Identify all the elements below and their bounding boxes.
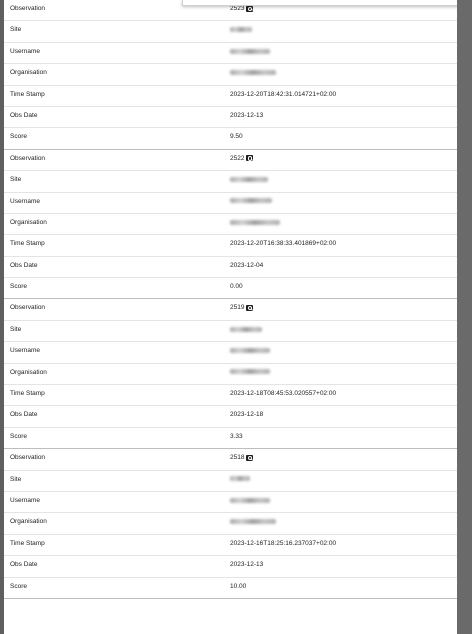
obs-date-value: 2023-12-18 [230, 411, 264, 419]
observation-link[interactable]: 2519 [230, 304, 254, 311]
row-site: Site [4, 321, 457, 343]
observation-records: Observation 2523 Site Username Organisat… [4, 0, 457, 599]
time-stamp-value: 2023-12-18T08:45:53.020557+02:00 [230, 390, 337, 398]
row-site: Site [4, 21, 457, 43]
row-obs-date: Obs Date 2023-12-04 [4, 257, 457, 279]
row-score: Score 9.50 [4, 128, 457, 150]
row-organisation: Organisation [4, 513, 457, 535]
magnifier-icon[interactable] [246, 5, 254, 12]
site-value-redacted [230, 176, 268, 183]
organisation-label: Organisation [10, 518, 47, 526]
organisation-value-redacted [230, 369, 270, 376]
row-obs-date: Obs Date 2023-12-13 [4, 556, 457, 578]
score-value: 3.33 [230, 432, 243, 440]
score-value: 10.00 [230, 582, 247, 590]
row-observation: Observation 2522 [4, 150, 457, 172]
row-organisation: Organisation [4, 364, 457, 386]
username-value-redacted [230, 497, 270, 504]
observation-id[interactable]: 2519 [230, 304, 244, 311]
row-organisation: Organisation [4, 214, 457, 236]
row-score: Score 10.00 [4, 578, 457, 599]
username-label: Username [10, 347, 40, 355]
score-value: 9.50 [230, 133, 243, 141]
row-username: Username [4, 43, 457, 65]
row-username: Username [4, 193, 457, 214]
site-label: Site [10, 325, 22, 333]
username-label: Username [10, 496, 40, 504]
site-label: Site [10, 176, 22, 184]
score-label: Score [10, 432, 27, 440]
organisation-value-redacted [230, 219, 280, 226]
row-time-stamp: Time Stamp 2023-12-16T18:25:16.237037+02… [4, 535, 457, 557]
site-value-redacted [230, 26, 252, 33]
username-value-redacted [230, 198, 272, 205]
page-scrollbar[interactable] [457, 0, 472, 634]
observation-id[interactable]: 2522 [230, 155, 244, 162]
obs-date-value: 2023-12-04 [230, 261, 264, 269]
organisation-label: Organisation [10, 218, 47, 226]
time-stamp-value: 2023-12-16T18:25:16.237037+02:00 [230, 539, 337, 547]
time-stamp-value: 2023-12-20T18:42:31.014721+02:00 [230, 90, 337, 98]
row-observation: Observation 2518 [4, 449, 457, 471]
observation-label: Observation [10, 154, 46, 162]
magnifier-icon[interactable] [246, 454, 254, 461]
row-obs-date: Obs Date 2023-12-13 [4, 107, 457, 129]
time-stamp-label: Time Stamp [10, 390, 45, 398]
observation-id[interactable]: 2523 [230, 5, 244, 12]
observations-page: Observation 2523 Site Username Organisat… [4, 0, 457, 634]
row-username: Username [4, 342, 457, 364]
obs-date-label: Obs Date [10, 261, 38, 269]
time-stamp-label: Time Stamp [10, 90, 45, 98]
row-site: Site [4, 171, 457, 193]
obs-date-label: Obs Date [10, 111, 38, 119]
observation-id[interactable]: 2518 [230, 454, 244, 461]
organisation-label: Organisation [10, 69, 47, 77]
observation-link[interactable]: 2518 [230, 454, 254, 461]
time-stamp-value: 2023-12-20T16:38:33.401869+02:00 [230, 240, 337, 248]
row-username: Username [4, 492, 457, 514]
row-time-stamp: Time Stamp 2023-12-20T18:42:31.014721+02… [4, 86, 457, 107]
dropdown-popup [182, 0, 457, 6]
site-value-redacted [230, 476, 250, 483]
time-stamp-label: Time Stamp [10, 539, 45, 547]
row-obs-date: Obs Date 2023-12-18 [4, 406, 457, 428]
organisation-value-redacted [230, 518, 276, 525]
obs-date-value: 2023-12-13 [230, 111, 264, 119]
observation-label: Observation [10, 5, 46, 12]
obs-date-label: Obs Date [10, 561, 38, 569]
row-time-stamp: Time Stamp 2023-12-20T16:38:33.401869+02… [4, 235, 457, 257]
username-value-redacted [230, 48, 270, 55]
username-label: Username [10, 47, 40, 55]
site-label: Site [10, 26, 22, 34]
row-organisation: Organisation [4, 64, 457, 86]
row-time-stamp: Time Stamp 2023-12-18T08:45:53.020557+02… [4, 385, 457, 407]
score-label: Score [10, 582, 27, 590]
row-score: Score 3.33 [4, 428, 457, 450]
organisation-value-redacted [230, 69, 276, 76]
observation-link[interactable]: 2523 [230, 5, 254, 12]
magnifier-icon[interactable] [246, 304, 254, 311]
site-label: Site [10, 475, 22, 483]
score-value: 0.00 [230, 283, 243, 291]
row-site: Site [4, 471, 457, 492]
obs-date-value: 2023-12-13 [230, 561, 264, 569]
row-observation: Observation 2519 [4, 299, 457, 321]
site-value-redacted [230, 326, 262, 333]
username-label: Username [10, 197, 40, 205]
score-label: Score [10, 283, 27, 291]
obs-date-label: Obs Date [10, 411, 38, 419]
observation-link[interactable]: 2522 [230, 155, 254, 162]
row-score: Score 0.00 [4, 278, 457, 300]
magnifier-icon[interactable] [246, 155, 254, 162]
time-stamp-label: Time Stamp [10, 240, 45, 248]
score-label: Score [10, 133, 27, 141]
observation-label: Observation [10, 304, 46, 312]
observation-label: Observation [10, 454, 46, 462]
username-value-redacted [230, 347, 270, 354]
organisation-label: Organisation [10, 368, 47, 376]
